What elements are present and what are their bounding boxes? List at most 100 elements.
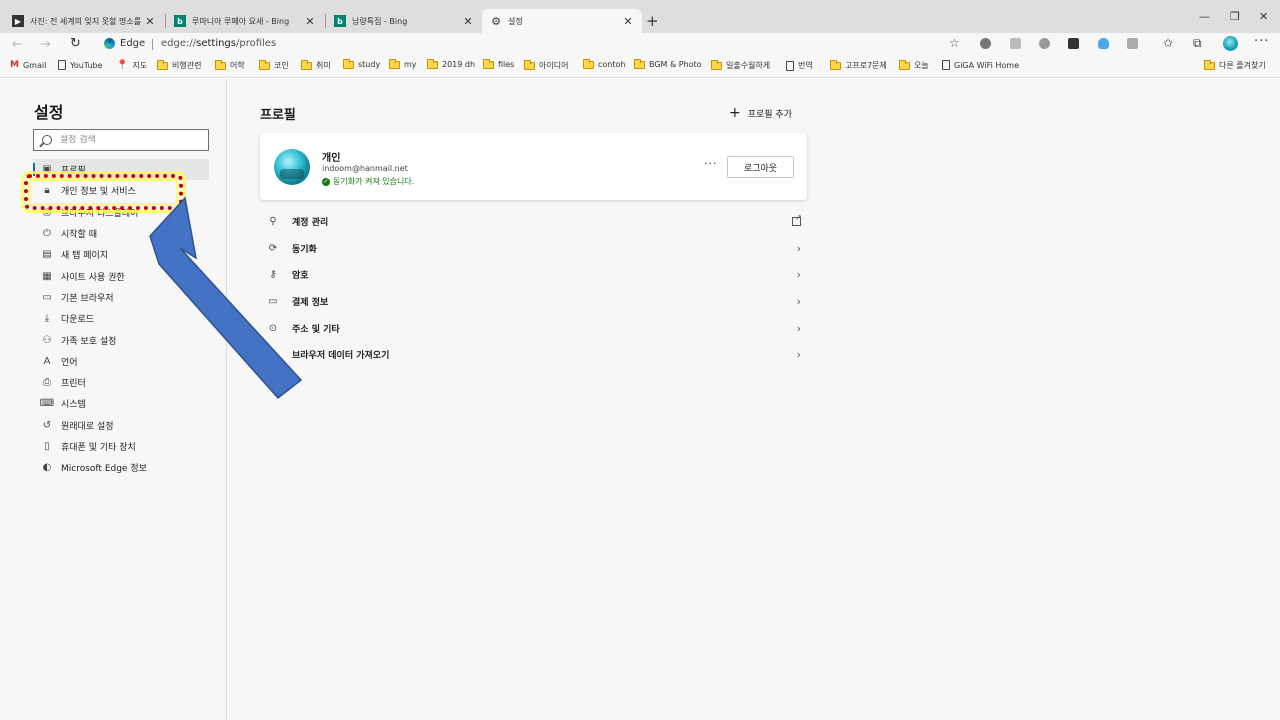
location-icon: ⊙ (268, 322, 278, 334)
row-payment-info[interactable]: ▭ 결제 정보 › (260, 288, 807, 315)
close-icon[interactable]: ✕ (622, 15, 634, 28)
folder-icon (301, 59, 312, 70)
bookmark-folder[interactable]: study (343, 58, 380, 69)
sidebar-item-about[interactable]: ◐ Microsoft Edge 정보 (33, 457, 209, 478)
reload-button[interactable]: ↻ (70, 36, 81, 51)
add-profile-button[interactable]: + 프로필 추가 (729, 105, 792, 121)
sidebar-item-phone[interactable]: ▯ 휴대폰 및 기타 장치 (33, 436, 209, 457)
tab-strip: ▶ 사진: 전 세계의 잊지 못할 명소를 ✕ b 루마니아 루페아 요새 - … (0, 0, 1280, 33)
sidebar-item-languages[interactable]: A 언어 (33, 351, 209, 372)
profile-icon: ▣ (42, 164, 52, 176)
tab-title: 설정 (508, 16, 523, 26)
bookmark-folder[interactable]: 아이디어 (524, 59, 568, 71)
sidebar-item-on-startup[interactable]: ⏻ 시작할 때 (33, 223, 209, 244)
sync-icon: ⟳ (268, 242, 278, 254)
bookmarks-bar: M Gmail YouTube 📍 지도 비행관련 어학 코인 취미 study m… (0, 56, 1280, 78)
favorites-icon[interactable]: ✩ (1163, 36, 1173, 50)
bookmark-folder[interactable]: 취미 (301, 59, 331, 71)
forward-button[interactable]: → (40, 37, 51, 52)
bookmark-folder[interactable]: contoh (583, 58, 625, 69)
bookmark-folder[interactable]: 어학 (215, 59, 245, 71)
row-addresses[interactable]: ⊙ 주소 및 기타 › (260, 315, 807, 342)
profile-card: 개인 indoom@hanmail.net ✓ 동기화가 켜져 있습니다. ··… (260, 133, 807, 200)
bing-icon: b (334, 15, 346, 27)
check-icon: ✓ (322, 177, 330, 186)
family-icon: ⚇ (42, 334, 52, 346)
tab-title: 루마니아 루페아 요새 - Bing (192, 16, 290, 26)
bookmark-item[interactable]: M Gmail (10, 60, 46, 70)
cloud-icon[interactable] (1098, 38, 1109, 49)
sidebar-item-system[interactable]: ⌨ 시스템 (33, 393, 209, 414)
bing-icon: b (174, 15, 186, 27)
other-favorites-folder[interactable]: 다른 즐겨찾기 (1204, 59, 1266, 71)
sidebar-item-new-tab[interactable]: ▤ 새 탭 페이지 (33, 244, 209, 265)
profile-avatar-button[interactable] (1223, 36, 1238, 51)
extension-icon[interactable] (1127, 38, 1138, 49)
folder-icon (259, 59, 270, 70)
search-icon (42, 135, 52, 145)
sidebar-item-profiles[interactable]: ▣ 프로필 (33, 159, 209, 181)
extension-icon[interactable] (980, 38, 991, 49)
address-bar-url[interactable]: edge://settings/profiles (161, 38, 276, 49)
sidebar-item-reset[interactable]: ↺ 원래대로 설정 (33, 415, 209, 436)
sidebar-item-site-permissions[interactable]: ▦ 사이트 사용 권한 (33, 265, 209, 286)
settings-search[interactable] (33, 129, 209, 151)
bookmark-folder[interactable]: 2019 dh (427, 58, 475, 69)
back-button[interactable]: ← (12, 37, 23, 52)
page-icon (786, 60, 794, 71)
map-pin-icon: 📍 (116, 60, 129, 71)
row-passwords[interactable]: ⚷ 암호 › (260, 261, 807, 288)
new-tab-button[interactable]: + (646, 12, 659, 30)
row-sync[interactable]: ⟳ 동기화 › (260, 235, 807, 262)
sidebar-item-downloads[interactable]: ⤓ 다운로드 (33, 308, 209, 329)
row-import-data[interactable]: 브라우저 데이터 가져오기 › (260, 341, 807, 368)
bookmark-folder[interactable]: 고프로7문제 (830, 59, 887, 71)
close-icon[interactable]: ✕ (144, 15, 156, 28)
extension-icon[interactable] (1010, 38, 1021, 49)
profile-more-button[interactable]: ··· (704, 157, 718, 170)
tab-photos[interactable]: ▶ 사진: 전 세계의 잊지 못할 명소를 ✕ (4, 9, 164, 33)
bookmark-folder[interactable]: files (483, 58, 514, 69)
bookmark-folder[interactable]: 일출수월하게 (711, 59, 770, 71)
card-icon: ▭ (268, 295, 278, 307)
bookmark-item[interactable]: 번역 (786, 60, 813, 71)
tab-bing-rupea[interactable]: b 루마니아 루페아 요새 - Bing ✕ (166, 9, 324, 33)
browser-icon: ▭ (42, 291, 52, 303)
avatar (274, 149, 310, 185)
phone-icon: ▯ (44, 441, 50, 452)
minimize-button[interactable]: — (1199, 10, 1210, 23)
page-icon (942, 60, 950, 70)
bookmark-item[interactable]: 📍 지도 (116, 60, 147, 71)
sidebar-item-printers[interactable]: ⎙ 프린터 (33, 372, 209, 393)
reset-icon: ↺ (42, 419, 52, 431)
close-icon[interactable]: ✕ (304, 15, 316, 28)
favorite-star-icon[interactable]: ☆ (949, 36, 960, 50)
row-manage-account[interactable]: ⚲ 계정 관리 (260, 208, 807, 235)
bookmark-folder[interactable]: 비행관련 (157, 59, 201, 71)
bookmark-folder[interactable]: 코인 (259, 59, 289, 71)
close-icon[interactable]: ✕ (462, 15, 474, 28)
sidebar-item-privacy[interactable]: 🔒︎ 개인 정보 및 서비스 (33, 180, 209, 201)
sidebar-item-default-browser[interactable]: ▭ 기본 브라우저 (33, 287, 209, 308)
chevron-right-icon: › (796, 241, 801, 255)
sidebar-item-appearance[interactable]: ◎ 브라우저 디스플레이 (33, 202, 209, 223)
collections-icon[interactable]: ⧉ (1193, 36, 1202, 51)
bookmark-folder[interactable]: 오늘 (899, 59, 929, 71)
bookmark-item[interactable]: GiGA WiFi Home (942, 60, 1019, 70)
more-menu-button[interactable]: ··· (1254, 34, 1269, 49)
folder-icon (1204, 59, 1215, 70)
window-close-button[interactable]: ✕ (1259, 10, 1268, 23)
edge-logo-icon (104, 38, 115, 49)
restore-button[interactable]: ❐ (1230, 10, 1240, 23)
logout-button[interactable]: 로그아웃 (727, 156, 794, 178)
bookmark-folder[interactable]: my (389, 58, 417, 69)
bookmark-item[interactable]: YouTube (58, 60, 103, 70)
settings-search-input[interactable] (59, 135, 208, 145)
bookmark-folder[interactable]: BGM & Photo (634, 58, 702, 69)
url-scheme: edge:// (161, 38, 197, 49)
tab-bing-summer[interactable]: b 남량특집 - Bing ✕ (326, 9, 482, 33)
extension-icon[interactable] (1039, 38, 1050, 49)
tab-settings[interactable]: ⚙ 설정 ✕ (482, 9, 642, 33)
sidebar-item-family[interactable]: ⚇ 가족 보호 설정 (33, 329, 209, 350)
extension-icon[interactable] (1068, 38, 1079, 49)
